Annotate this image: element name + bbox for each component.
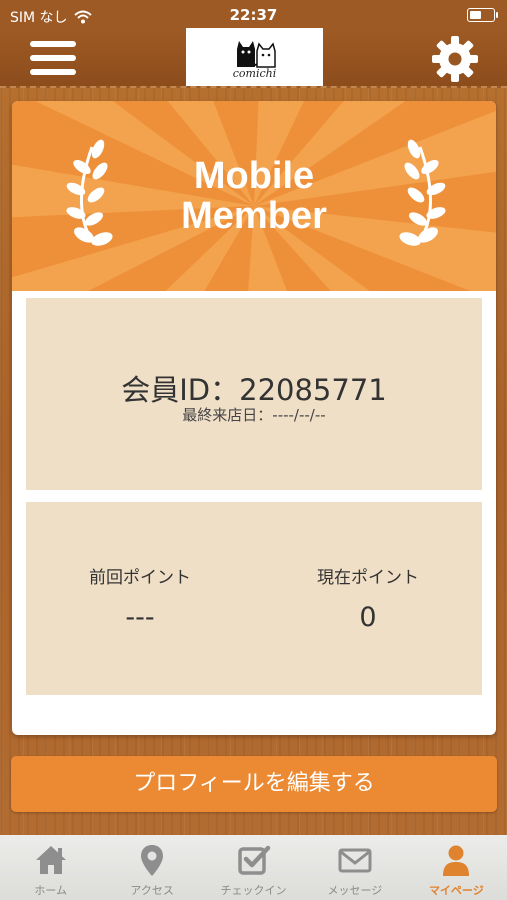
tab-message-label: メッセージ bbox=[327, 884, 383, 897]
gear-icon bbox=[432, 36, 478, 82]
current-points-value: 0 bbox=[359, 602, 377, 633]
tab-home-label: ホーム bbox=[34, 884, 68, 897]
tab-home[interactable]: ホーム bbox=[0, 835, 101, 900]
member-card: Mobile Member 会員ID：22085771 最終来店日：----/-… bbox=[12, 101, 496, 735]
current-points: 現在ポイント 0 bbox=[254, 563, 482, 633]
edit-profile-button[interactable]: プロフィールを編集する bbox=[11, 756, 497, 812]
menu-bar bbox=[30, 41, 76, 47]
previous-points-value: --- bbox=[125, 602, 155, 633]
member-banner: Mobile Member bbox=[12, 101, 496, 291]
location-pin-icon bbox=[141, 845, 164, 876]
cats-logo-icon bbox=[236, 40, 276, 68]
logo-text: comichi bbox=[232, 66, 277, 80]
tab-bar: ホーム アクセス チェックイン メッセージ マイページ bbox=[0, 835, 507, 900]
last-visit-date: 最終来店日：----/--/-- bbox=[182, 406, 326, 424]
current-points-label: 現在ポイント bbox=[317, 568, 419, 588]
home-icon bbox=[35, 846, 66, 874]
member-id-panel: 会員ID：22085771 最終来店日：----/--/-- bbox=[26, 298, 482, 490]
laurel-right-icon bbox=[399, 139, 446, 246]
hamburger-menu-button[interactable] bbox=[30, 40, 76, 76]
envelope-icon bbox=[338, 848, 372, 873]
person-icon bbox=[443, 845, 470, 876]
clock: 22:37 bbox=[229, 6, 278, 24]
app-header: comichi bbox=[0, 28, 507, 88]
checkbox-icon bbox=[237, 845, 270, 875]
battery-icon bbox=[467, 8, 498, 22]
status-bar: SIM なし 22:37 bbox=[0, 0, 507, 30]
tab-access[interactable]: アクセス bbox=[101, 835, 202, 900]
member-id: 会員ID：22085771 bbox=[121, 373, 387, 407]
previous-points: 前回ポイント --- bbox=[26, 563, 254, 633]
shop-logo: comichi bbox=[186, 28, 323, 86]
previous-points-label: 前回ポイント bbox=[89, 568, 191, 588]
tab-checkin-label: チェックイン bbox=[220, 884, 287, 897]
tab-mypage[interactable]: マイページ bbox=[406, 835, 507, 900]
points-panel: 前回ポイント --- 現在ポイント 0 bbox=[26, 502, 482, 695]
tab-checkin[interactable]: チェックイン bbox=[203, 835, 304, 900]
settings-button[interactable] bbox=[430, 34, 480, 84]
tab-access-label: アクセス bbox=[130, 884, 174, 897]
menu-bar bbox=[30, 69, 76, 75]
tab-mypage-label: マイページ bbox=[428, 884, 484, 897]
tab-message[interactable]: メッセージ bbox=[304, 835, 405, 900]
menu-bar bbox=[30, 55, 76, 61]
